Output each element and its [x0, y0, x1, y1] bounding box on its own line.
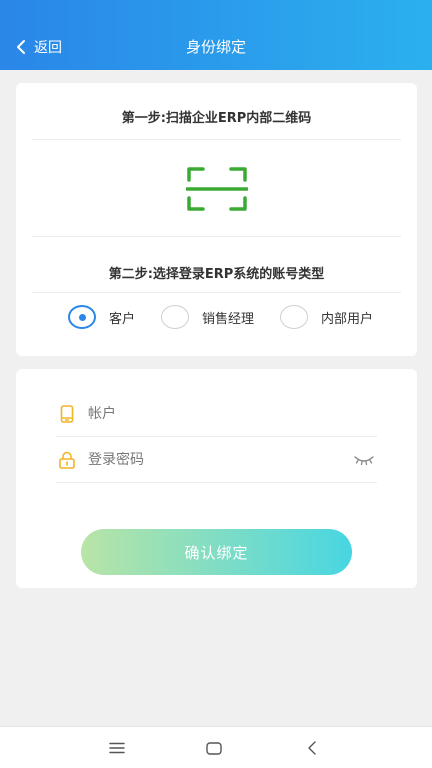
- divider: [32, 292, 401, 293]
- account-type-customer[interactable]: 客户: [68, 305, 135, 329]
- login-card: 确认绑定: [16, 369, 417, 588]
- password-field: [56, 437, 377, 483]
- header-bar: 返回 身份绑定: [0, 0, 432, 70]
- radio-unchecked[interactable]: [280, 305, 309, 329]
- radio-label: 销售经理: [202, 311, 255, 327]
- divider: [32, 236, 401, 237]
- radio-unchecked[interactable]: [161, 305, 190, 329]
- scan-card: 第一步:扫描企业ERP内部二维码 第二步:选择登录ERP系统的账号类型 客户 销…: [16, 83, 417, 356]
- account-field: [56, 391, 377, 437]
- eye-closed-icon[interactable]: [353, 453, 375, 467]
- menu-icon[interactable]: [107, 738, 127, 758]
- lock-icon: [58, 451, 76, 469]
- phone-icon: [58, 404, 76, 423]
- back-nav-icon[interactable]: [302, 738, 322, 758]
- divider: [32, 139, 401, 140]
- radio-label: 内部用户: [321, 311, 374, 327]
- password-input[interactable]: [88, 451, 353, 468]
- radio-checked[interactable]: [68, 305, 96, 329]
- system-nav-bar: [0, 726, 432, 768]
- step2-label: 第二步:选择登录ERP系统的账号类型: [108, 267, 325, 282]
- radio-label: 客户: [109, 311, 136, 327]
- step1-label: 第一步:扫描企业ERP内部二维码: [121, 111, 312, 126]
- account-input[interactable]: [88, 405, 377, 422]
- scan-qr-icon[interactable]: [186, 165, 248, 213]
- account-type-sales-manager[interactable]: 销售经理: [161, 305, 254, 329]
- page-title: 身份绑定: [185, 38, 246, 56]
- home-icon[interactable]: [204, 738, 224, 758]
- account-type-group: 客户 销售经理 内部用户: [68, 305, 373, 329]
- confirm-bind-button[interactable]: 确认绑定: [81, 529, 352, 575]
- account-type-internal-user[interactable]: 内部用户: [280, 305, 373, 329]
